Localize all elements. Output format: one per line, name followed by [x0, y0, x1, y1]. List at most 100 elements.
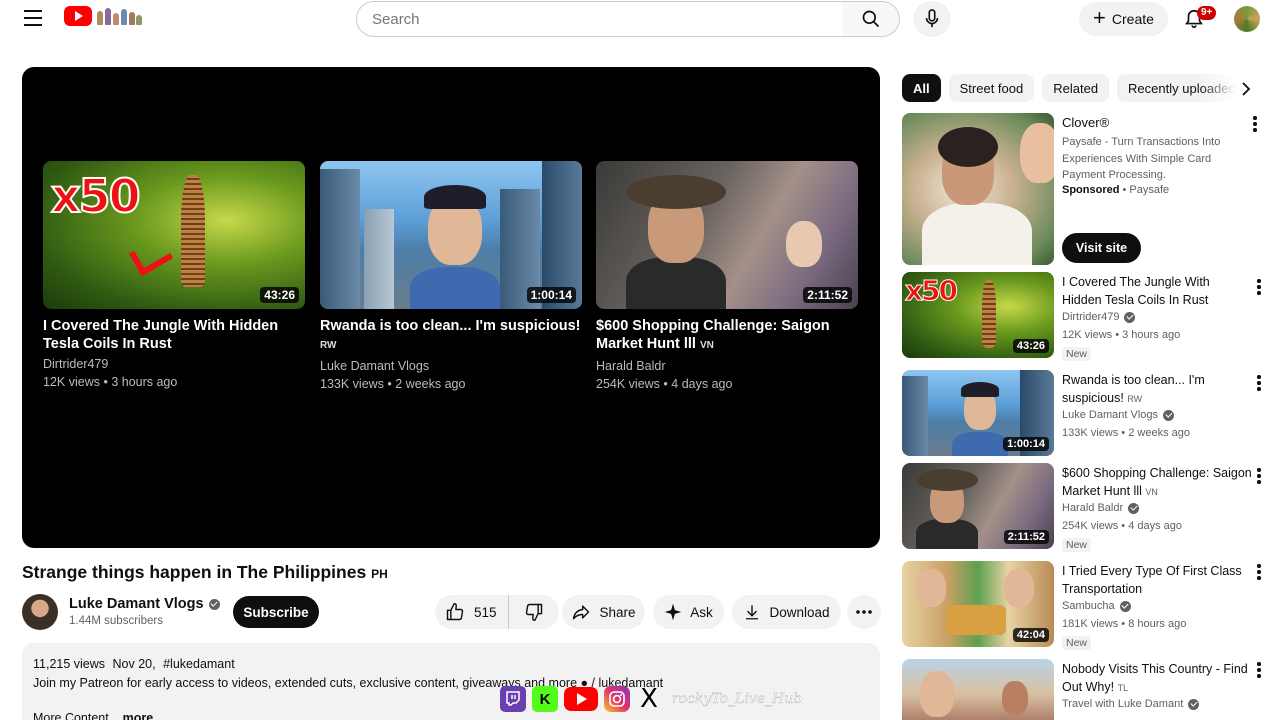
- recommended-video[interactable]: x50 43:26 I Covered The Jungle With Hidd…: [902, 272, 1280, 361]
- hashtag-link[interactable]: #lukedamant: [163, 657, 235, 671]
- end-screen-video-2[interactable]: 1:00:14 Rwanda is too clean... I'm suspi…: [320, 161, 582, 393]
- subscriber-count: 1.44M subscribers: [69, 615, 163, 627]
- recommended-title: I Covered The Jungle With Hidden Tesla C…: [1062, 275, 1210, 307]
- video-menu-icon[interactable]: [1250, 659, 1268, 681]
- verified-icon: [208, 598, 220, 610]
- subscribe-button[interactable]: Subscribe: [233, 596, 319, 628]
- end-screen-channel: Dirtrider479: [43, 357, 109, 371]
- recommended-video[interactable]: 1:00:14 Rwanda is too clean... I'm suspi…: [902, 370, 1280, 456]
- ad-title: Clover®: [1062, 115, 1110, 130]
- recommended-meta: 133K views • 2 weeks ago: [1062, 427, 1190, 439]
- description-stats: 11,215 views Nov 20, #lukedamant: [33, 657, 235, 671]
- verified-icon: [1119, 600, 1131, 612]
- new-badge: New: [1062, 538, 1092, 552]
- end-screen-video-1[interactable]: x50 43:26 I Covered The Jungle With Hidd…: [43, 161, 305, 391]
- more-horizontal-icon: [856, 610, 872, 614]
- search-button[interactable]: [842, 1, 900, 37]
- doodle-icon: [95, 6, 143, 26]
- new-badge: New: [1062, 636, 1092, 650]
- youtube-logo[interactable]: [64, 6, 143, 26]
- end-screen-meta: 254K views • 4 days ago: [596, 377, 733, 391]
- thumbs-down-icon: [525, 603, 543, 622]
- channel-avatar[interactable]: [22, 594, 58, 630]
- ask-button[interactable]: Ask: [653, 595, 724, 629]
- twitch-icon: [500, 686, 526, 712]
- recommended-thumbnail: 42:04: [902, 561, 1054, 647]
- chips-next-button[interactable]: [1232, 74, 1260, 104]
- instagram-icon: [604, 686, 630, 712]
- duration-badge: 1:00:14: [1003, 437, 1049, 451]
- recommended-thumbnail: 1:00:14: [902, 370, 1054, 456]
- recommended-thumbnail: 2:11:52: [902, 463, 1054, 549]
- more-actions-button[interactable]: [847, 595, 881, 629]
- sponsored-ad[interactable]: Clover® Paysafe - Turn Transactions Into…: [902, 113, 1280, 265]
- video-menu-icon[interactable]: [1250, 465, 1268, 487]
- visit-site-button[interactable]: Visit site: [1062, 233, 1141, 263]
- like-button[interactable]: 515: [435, 595, 509, 629]
- microphone-icon: [925, 9, 939, 28]
- chevron-right-icon: [1242, 82, 1251, 96]
- end-screen-thumbnail: 1:00:14: [320, 161, 582, 309]
- verified-icon: [1124, 311, 1136, 323]
- video-title: Strange things happen in The Philippines…: [22, 562, 388, 582]
- search-input[interactable]: [372, 10, 842, 28]
- recommended-meta: 254K views • 4 days ago: [1062, 520, 1183, 532]
- like-count: 515: [474, 604, 497, 620]
- end-screen-thumbnail: x50 43:26: [43, 161, 305, 309]
- ad-menu-icon[interactable]: [1246, 113, 1264, 135]
- recommended-channel: Harald Baldr: [1062, 502, 1140, 514]
- video-menu-icon[interactable]: [1250, 561, 1268, 583]
- ad-sponsored-label: Sponsored • Paysafe: [1062, 184, 1170, 196]
- recommended-title: Rwanda is too clean... I'm suspicious! R…: [1062, 373, 1205, 405]
- end-screen-video-3[interactable]: 2:11:52 $600 Shopping Challenge: Saigon …: [596, 161, 858, 393]
- red-arrow-art: [128, 235, 174, 277]
- notification-count-badge: 9+: [1197, 6, 1217, 20]
- verified-icon: [1188, 698, 1200, 710]
- show-more-link[interactable]: ...more: [112, 711, 153, 720]
- ad-text: Paysafe - Turn Transactions Into Experie…: [1062, 136, 1221, 181]
- social-logos-overlay: K X rockyTo_Live_Hub: [500, 684, 803, 714]
- plus-icon: +: [1093, 5, 1106, 30]
- verified-icon: [1128, 502, 1140, 514]
- duration-badge: 2:11:52: [1003, 530, 1049, 544]
- end-screen-channel: Harald Baldr: [596, 359, 666, 373]
- chip-all[interactable]: All: [902, 74, 941, 102]
- dislike-button[interactable]: [509, 595, 559, 629]
- youtube-play-icon: [64, 6, 92, 26]
- recommended-meta: 12K views • 3 hours ago: [1062, 329, 1181, 341]
- duration-badge: 43:26: [1012, 339, 1049, 353]
- create-label: Create: [1111, 11, 1154, 27]
- thumbs-up-icon: [446, 602, 464, 621]
- end-screen-title: $600 Shopping Challenge: Saigon Market H…: [596, 318, 830, 352]
- x50-text-art: x50: [904, 274, 958, 308]
- account-avatar[interactable]: [1234, 6, 1260, 32]
- x-twitter-icon: X: [640, 684, 658, 714]
- video-menu-icon[interactable]: [1250, 372, 1268, 394]
- top-bar: + Create 9+: [0, 0, 1280, 38]
- channel-name[interactable]: Luke Damant Vlogs: [69, 596, 220, 612]
- end-screen-channel: Luke Damant Vlogs: [320, 359, 430, 373]
- chip-related[interactable]: Related: [1042, 74, 1110, 102]
- video-menu-icon[interactable]: [1250, 276, 1268, 298]
- video-player[interactable]: x50 43:26 I Covered The Jungle With Hidd…: [22, 67, 880, 548]
- menu-icon[interactable]: [24, 10, 42, 26]
- share-button[interactable]: Share: [562, 595, 645, 629]
- search-icon: [862, 10, 879, 28]
- sparkle-icon: [664, 603, 682, 621]
- chip-street-food[interactable]: Street food: [948, 74, 1035, 102]
- recommended-video[interactable]: Nobody Visits This Country - Find Out Wh…: [902, 659, 1280, 720]
- end-screen-meta: 133K views • 2 weeks ago: [320, 377, 466, 391]
- search-box: [356, 1, 843, 37]
- voice-search-button[interactable]: [913, 1, 951, 37]
- download-button[interactable]: Download: [732, 595, 841, 629]
- verified-icon: [1163, 409, 1174, 421]
- recommended-video[interactable]: 42:04 I Tried Every Type Of First Class …: [902, 561, 1280, 650]
- youtube-icon: [564, 687, 598, 711]
- tesla-coil-art: [181, 175, 205, 287]
- new-badge: New: [1062, 347, 1092, 361]
- recommended-title: $600 Shopping Challenge: Saigon Market H…: [1062, 466, 1252, 498]
- create-button[interactable]: + Create: [1079, 2, 1168, 36]
- recommended-video[interactable]: 2:11:52 $600 Shopping Challenge: Saigon …: [902, 463, 1280, 552]
- watermark-handle: rockyTo_Live_Hub: [672, 691, 803, 707]
- kick-icon: K: [532, 686, 558, 712]
